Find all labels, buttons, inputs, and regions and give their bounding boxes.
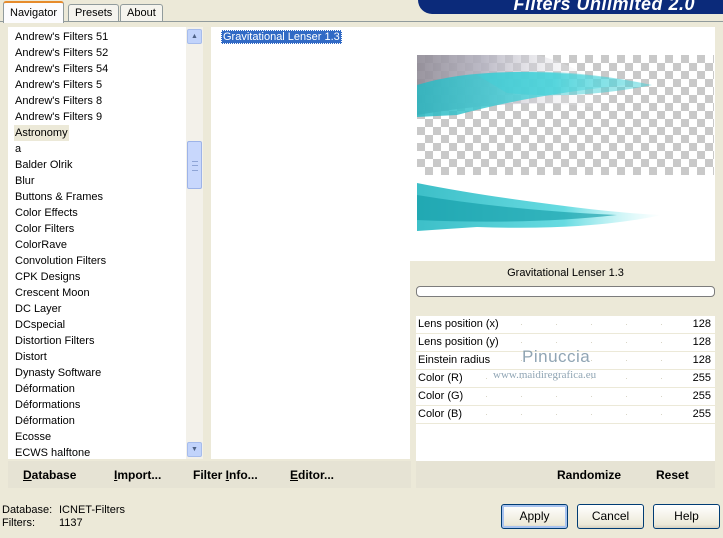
category-item[interactable]: DCspecial (14, 317, 66, 333)
brand-banner: Filters Unlimited 2.0 (418, 0, 723, 14)
category-item[interactable]: Distort (14, 349, 48, 365)
category-item[interactable]: Déformations (14, 397, 81, 413)
category-item[interactable]: Ecosse (14, 429, 52, 445)
param-slider-track[interactable] (486, 324, 670, 325)
category-item[interactable]: Dynasty Software (14, 365, 102, 381)
param-label: Einstein radius (418, 354, 491, 366)
filter-info-button[interactable]: Filter Info... (193, 468, 258, 482)
category-item[interactable]: Astronomy (14, 125, 69, 141)
category-item[interactable]: Andrew's Filters 8 (14, 93, 103, 109)
filters-count-label: Filters: (2, 517, 35, 529)
param-value: 255 (692, 408, 711, 420)
parameter-panel: Lens position (x) 128 Lens position (y) 128… (416, 316, 715, 461)
apply-button[interactable]: Apply (501, 504, 568, 529)
category-item[interactable]: ECWS halftone (14, 445, 91, 459)
param-row[interactable]: Color (B) 255 (416, 406, 715, 424)
category-item[interactable]: Color Effects (14, 205, 79, 221)
filters-count-value: 1137 (59, 517, 83, 529)
database-button[interactable]: Database (23, 468, 76, 482)
randomize-button[interactable]: Randomize (557, 468, 621, 482)
param-value: 128 (692, 318, 711, 330)
param-row[interactable]: Lens position (x) 128 (416, 316, 715, 334)
cancel-button[interactable]: Cancel (577, 504, 644, 529)
param-label: Lens position (y) (418, 336, 499, 348)
editor-label: ditor... (298, 468, 335, 482)
database-status-value: ICNET-Filters (59, 504, 125, 516)
param-value: 128 (692, 336, 711, 348)
database-mnemonic: D (23, 468, 32, 482)
category-item[interactable]: Déformation (14, 413, 76, 429)
watermark-title: Pinuccia (522, 347, 591, 366)
scroll-thumb[interactable] (187, 141, 202, 189)
param-value: 255 (692, 372, 711, 384)
database-label: atabase (31, 468, 77, 482)
param-row[interactable]: Color (G) 255 (416, 388, 715, 406)
left-button-bar: Database Import... Filter Info... Editor… (8, 461, 411, 488)
category-item[interactable]: Color Filters (14, 221, 75, 237)
category-item[interactable]: Buttons & Frames (14, 189, 104, 205)
import-label: mport... (117, 468, 162, 482)
category-list[interactable]: Andrew's Filters 51 Andrew's Filters 52 An… (8, 27, 186, 459)
filter-info-prefix: Filter (193, 468, 226, 482)
category-item[interactable]: Andrew's Filters 9 (14, 109, 103, 125)
tab-presets[interactable]: Presets (68, 4, 120, 21)
grip-icon (192, 161, 198, 171)
category-scrollbar[interactable]: ▲ ▼ (186, 27, 203, 459)
param-slider-track[interactable] (486, 342, 670, 343)
filter-item-selected[interactable]: Gravitational Lenser 1.3 (221, 30, 342, 44)
param-label: Lens position (x) (418, 318, 499, 330)
param-label: Color (G) (418, 390, 464, 402)
scroll-down-arrow-icon[interactable]: ▼ (187, 442, 202, 457)
param-value: 255 (692, 390, 711, 402)
tab-navigator[interactable]: Navigator (3, 1, 65, 23)
category-item[interactable]: Andrew's Filters 54 (14, 61, 109, 77)
category-item[interactable]: Andrew's Filters 51 (14, 29, 109, 45)
category-item[interactable]: Blur (14, 173, 36, 189)
param-label: Color (R) (418, 372, 463, 384)
param-label: Color (B) (418, 408, 463, 420)
right-button-bar: Randomize Reset (416, 461, 715, 488)
category-item[interactable]: Distortion Filters (14, 333, 95, 349)
filter-list[interactable]: Gravitational Lenser 1.3 (211, 27, 410, 459)
filter-info-label: nfo... (229, 468, 258, 482)
param-value: 128 (692, 354, 711, 366)
reset-button[interactable]: Reset (656, 468, 689, 482)
category-item[interactable]: a (14, 141, 22, 157)
category-item[interactable]: DC Layer (14, 301, 62, 317)
scroll-up-arrow-icon[interactable]: ▲ (187, 29, 202, 44)
editor-mnemonic: E (290, 468, 299, 482)
category-item[interactable]: Balder Olrik (14, 157, 73, 173)
editor-button[interactable]: Editor... (290, 468, 334, 482)
category-item[interactable]: ColorRave (14, 237, 68, 253)
category-item[interactable]: Convolution Filters (14, 253, 107, 269)
help-button[interactable]: Help (653, 504, 720, 529)
param-slider-track[interactable] (486, 414, 670, 415)
filter-title: Gravitational Lenser 1.3 (416, 263, 715, 283)
brand-title: Filters Unlimited 2.0 (513, 0, 695, 14)
import-button[interactable]: Import... (114, 468, 161, 482)
preview-image (417, 55, 714, 235)
category-item[interactable]: Andrew's Filters 52 (14, 45, 109, 61)
category-item[interactable]: Crescent Moon (14, 285, 91, 301)
category-item[interactable]: Déformation (14, 381, 76, 397)
param-slider-track[interactable] (486, 396, 670, 397)
category-item[interactable]: Andrew's Filters 5 (14, 77, 103, 93)
database-status-label: Database: (2, 504, 53, 516)
watermark-url: www.maidiregrafica.eu (493, 369, 597, 381)
tab-about[interactable]: About (120, 4, 163, 21)
progress-bar (416, 286, 715, 297)
category-item[interactable]: CPK Designs (14, 269, 81, 285)
